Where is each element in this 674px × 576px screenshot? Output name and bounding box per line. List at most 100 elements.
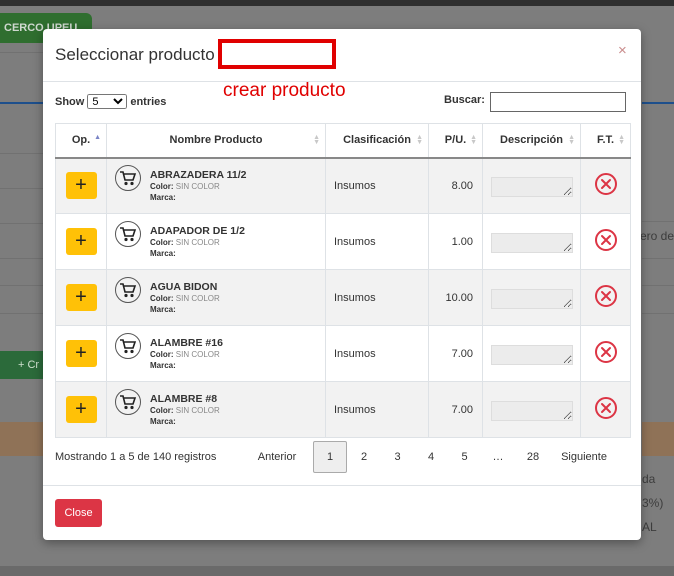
sort-icon: ▲ — [94, 134, 101, 141]
add-product-button[interactable]: + — [65, 396, 97, 423]
pagination-next[interactable]: Siguiente — [551, 451, 617, 463]
op-cell: + — [55, 213, 107, 270]
add-product-button[interactable]: + — [65, 228, 97, 255]
product-marca: Marca: — [150, 248, 176, 258]
op-cell: + — [55, 157, 107, 214]
x-circle-icon[interactable] — [594, 396, 618, 420]
x-circle-icon[interactable] — [594, 228, 618, 252]
search-control: Buscar: — [444, 92, 626, 112]
product-name: ALAMBRE #16 — [150, 336, 223, 349]
product-color: Color: SIN COLOR — [150, 181, 220, 191]
add-product-button[interactable]: + — [65, 340, 97, 367]
add-product-button[interactable]: + — [65, 284, 97, 311]
cart-icon — [115, 332, 141, 359]
product-name: ALAMBRE #8 — [150, 392, 218, 405]
product-color: Color: SIN COLOR — [150, 405, 220, 415]
ft-cell — [580, 325, 631, 382]
bg-bottom-bar — [0, 566, 674, 576]
op-cell: + — [55, 325, 107, 382]
pagination-page-28[interactable]: 28 — [515, 451, 551, 463]
descripcion-cell — [482, 325, 581, 382]
add-product-button[interactable]: + — [65, 172, 97, 200]
sort-icon: ▲ ▼ — [568, 134, 575, 146]
column-header-ft[interactable]: F.T. ▲ ▼ — [580, 123, 631, 159]
bg-divider — [642, 221, 674, 222]
ft-cell — [580, 157, 631, 214]
x-circle-icon[interactable] — [594, 340, 618, 364]
pagination-page-2[interactable]: 2 — [347, 451, 381, 463]
pagination-page-4[interactable]: 4 — [414, 451, 448, 463]
clasificacion-cell: Insumos — [325, 381, 429, 438]
select-product-modal: Seleccionar producto × crear producto Sh… — [43, 29, 641, 540]
descripcion-textarea[interactable] — [491, 176, 573, 197]
annotation-highlight-box — [218, 39, 336, 69]
bg-divider — [0, 153, 43, 154]
table-row: + ALAMBRE #8 Color: SIN COLOR Marca: Ins… — [55, 381, 631, 438]
page-size-control: Show 5 entries — [55, 94, 166, 109]
bg-text: 3%) — [642, 496, 664, 510]
ft-cell — [580, 213, 631, 270]
descripcion-textarea[interactable] — [491, 400, 573, 421]
search-input[interactable] — [490, 92, 626, 112]
bg-text: rero de — [636, 229, 674, 243]
descripcion-textarea[interactable] — [491, 232, 573, 253]
pu-cell: 7.00 — [428, 325, 483, 382]
bg-divider — [642, 313, 674, 314]
pagination-prev[interactable]: Anterior — [248, 451, 306, 463]
descripcion-cell — [482, 157, 581, 214]
close-icon[interactable]: × — [618, 42, 627, 59]
search-label: Buscar: — [444, 94, 485, 106]
column-header-nombre[interactable]: Nombre Producto ▲ ▼ — [106, 123, 326, 159]
pagination: Anterior 1 2 3 4 5 … 28 Siguiente — [248, 441, 617, 473]
product-color: Color: SIN COLOR — [150, 349, 220, 359]
pagination-page-5[interactable]: 5 — [448, 451, 481, 463]
pagination-page-1[interactable]: 1 — [313, 441, 347, 473]
product-color: Color: SIN COLOR — [150, 293, 220, 303]
pu-cell: 8.00 — [428, 157, 483, 214]
clasificacion-cell: Insumos — [325, 269, 429, 326]
clasificacion-cell: Insumos — [325, 325, 429, 382]
sort-icon: ▲ ▼ — [416, 134, 423, 146]
ft-cell — [580, 381, 631, 438]
bg-divider — [0, 285, 43, 286]
column-header-op[interactable]: Op. ▲ — [55, 123, 107, 159]
entries-label: entries — [130, 95, 167, 108]
bg-accent-line — [0, 102, 44, 104]
pagination-ellipsis: … — [492, 451, 504, 463]
bg-accent-line-right — [642, 102, 674, 104]
cart-icon — [115, 164, 141, 191]
product-cell: ADAPADOR DE 1/2 Color: SIN COLOR Marca: — [106, 213, 326, 270]
sort-icon: ▲ ▼ — [313, 134, 320, 146]
top-bar — [0, 0, 674, 6]
table-row: + ADAPADOR DE 1/2 Color: SIN COLOR Marca… — [55, 213, 631, 270]
product-marca: Marca: — [150, 304, 176, 314]
table-row: + ALAMBRE #16 Color: SIN COLOR Marca: In… — [55, 325, 631, 382]
bg-divider — [0, 258, 43, 259]
x-circle-icon[interactable] — [594, 284, 618, 308]
product-cell: ALAMBRE #8 Color: SIN COLOR Marca: — [106, 381, 326, 438]
product-color: Color: SIN COLOR — [150, 237, 220, 247]
descripcion-cell — [482, 269, 581, 326]
column-header-descripcion[interactable]: Descripción ▲ ▼ — [482, 123, 581, 159]
clasificacion-cell: Insumos — [325, 213, 429, 270]
bg-text: AL — [642, 520, 657, 534]
clasificacion-cell: Insumos — [325, 157, 429, 214]
descripcion-textarea[interactable] — [491, 288, 573, 309]
x-circle-icon[interactable] — [594, 172, 618, 196]
op-cell: + — [55, 381, 107, 438]
column-header-clasificacion[interactable]: Clasificación ▲ ▼ — [325, 123, 429, 159]
bg-divider — [0, 188, 43, 189]
descripcion-textarea[interactable] — [491, 344, 573, 365]
page-size-select[interactable]: 5 — [87, 94, 128, 109]
close-button[interactable]: Close — [55, 499, 102, 527]
bg-orange-band-right — [642, 422, 674, 456]
column-header-pu[interactable]: P/U. ▲ ▼ — [428, 123, 483, 159]
pu-cell: 7.00 — [428, 381, 483, 438]
pagination-page-3[interactable]: 3 — [381, 451, 414, 463]
pu-cell: 1.00 — [428, 213, 483, 270]
modal-title: Seleccionar producto — [55, 45, 215, 64]
product-name: ABRAZADERA 11/2 — [150, 168, 247, 181]
bg-orange-band — [0, 422, 44, 456]
product-marca: Marca: — [150, 360, 176, 370]
sort-icon: ▲ ▼ — [618, 134, 625, 146]
